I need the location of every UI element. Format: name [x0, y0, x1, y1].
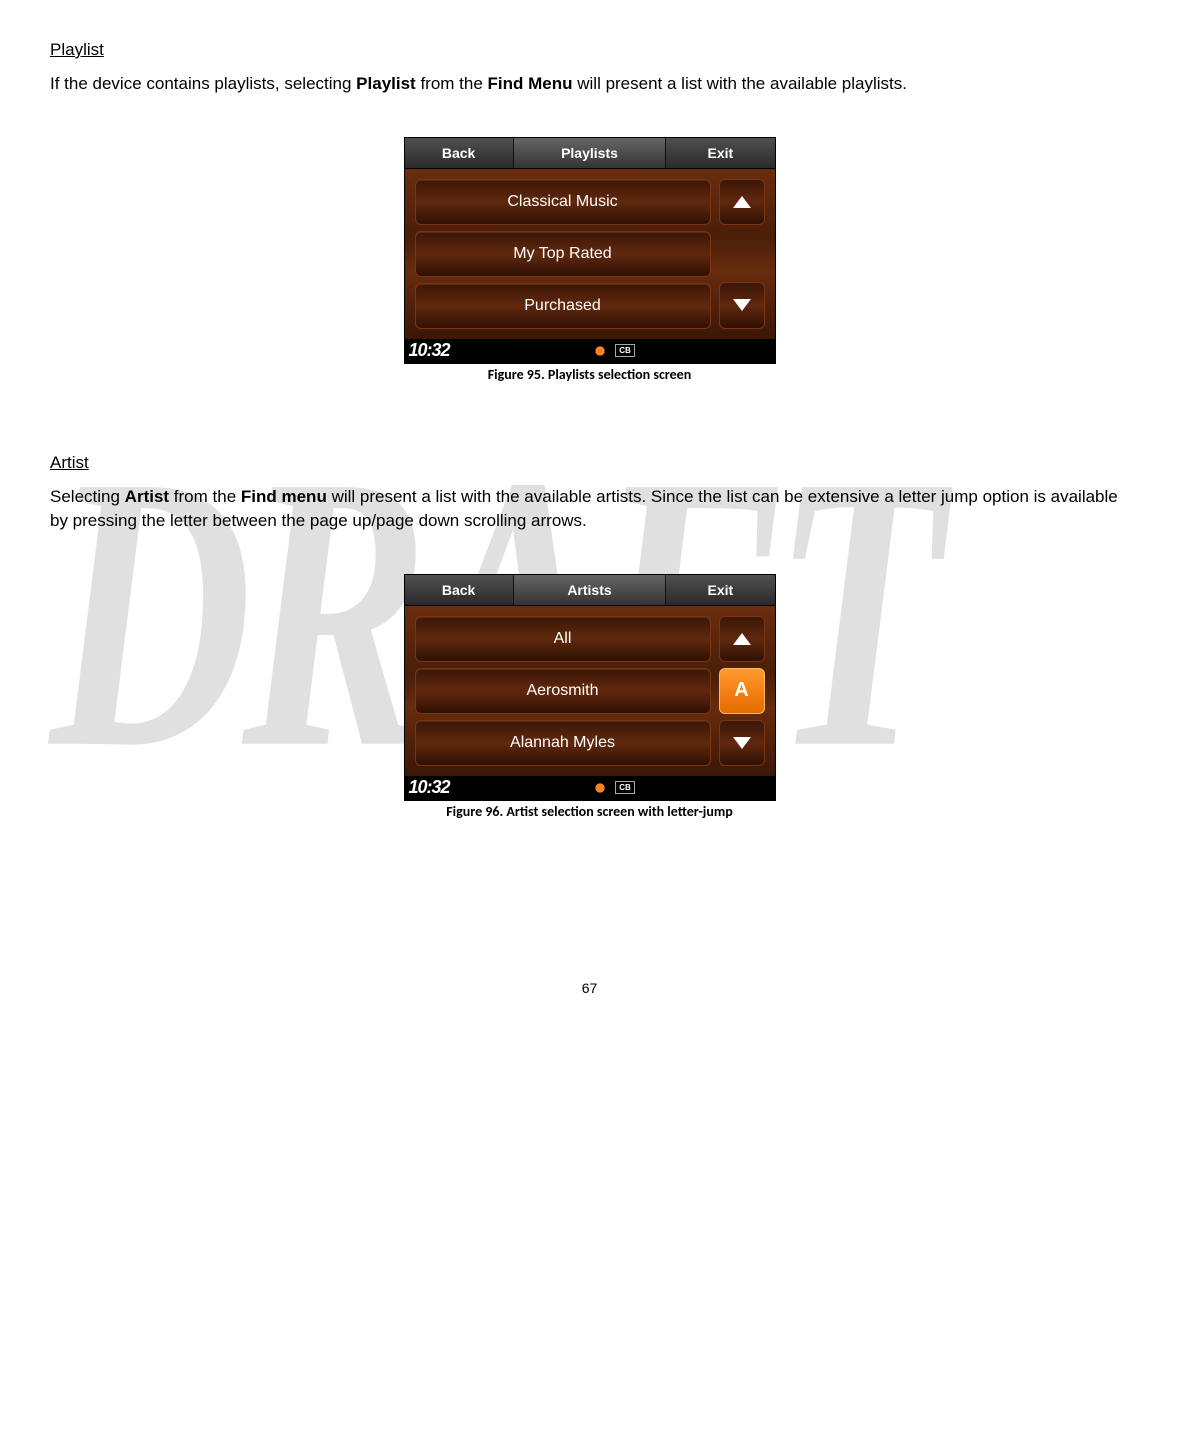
figure-caption: Figure 95. Playlists selection screen [50, 366, 1129, 383]
arrow-up-icon [733, 633, 751, 645]
figure-96: Back Artists Exit All Aerosmith Alannah … [50, 574, 1129, 820]
page-number: 67 [50, 980, 1129, 996]
figure-caption: Figure 96. Artist selection screen with … [50, 803, 1129, 820]
text: Selecting [50, 487, 125, 506]
device-screenshot-playlists: Back Playlists Exit Classical Music My T… [404, 137, 776, 364]
back-button[interactable]: Back [405, 138, 514, 168]
brand-logo-icon [591, 344, 609, 358]
status-bar: 10:32 CB [405, 339, 775, 363]
list-area: Classical Music My Top Rated Purchased [405, 169, 775, 339]
screen-title: Artists [514, 575, 667, 605]
list-item[interactable]: Aerosmith [415, 668, 711, 714]
scroll-column: A [719, 616, 765, 766]
list-item[interactable]: Alannah Myles [415, 720, 711, 766]
bold-text: Artist [125, 487, 169, 506]
bold-text: Find Menu [488, 74, 573, 93]
page-up-button[interactable] [719, 179, 765, 226]
text: If the device contains playlists, select… [50, 74, 356, 93]
section-title-playlist: Playlist [50, 40, 1129, 60]
text: from the [416, 74, 488, 93]
status-bar: 10:32 CB [405, 776, 775, 800]
text: from the [169, 487, 241, 506]
page-content: Playlist If the device contains playlist… [50, 40, 1129, 996]
status-icons: CB [456, 781, 771, 795]
list-item[interactable]: Classical Music [415, 179, 711, 225]
device-screenshot-artists: Back Artists Exit All Aerosmith Alannah … [404, 574, 776, 801]
arrow-up-icon [733, 196, 751, 208]
clock: 10:32 [409, 340, 450, 361]
bold-text: Playlist [356, 74, 416, 93]
artist-list: All Aerosmith Alannah Myles [415, 616, 711, 766]
exit-button[interactable]: Exit [666, 575, 774, 605]
cb-badge: CB [615, 344, 635, 357]
brand-logo-icon [591, 781, 609, 795]
page-down-button[interactable] [719, 282, 765, 329]
list-area: All Aerosmith Alannah Myles A [405, 606, 775, 776]
arrow-down-icon [733, 299, 751, 311]
screen-title: Playlists [514, 138, 667, 168]
figure-95: Back Playlists Exit Classical Music My T… [50, 137, 1129, 383]
arrow-down-icon [733, 737, 751, 749]
page-up-button[interactable] [719, 616, 765, 662]
status-icons: CB [456, 344, 771, 358]
scroll-column [719, 179, 765, 329]
letter-jump-button[interactable]: A [719, 668, 765, 714]
list-item[interactable]: My Top Rated [415, 231, 711, 277]
back-button[interactable]: Back [405, 575, 514, 605]
paragraph-artist: Selecting Artist from the Find menu will… [50, 485, 1129, 534]
clock: 10:32 [409, 777, 450, 798]
top-bar: Back Artists Exit [405, 575, 775, 606]
paragraph-playlist: If the device contains playlists, select… [50, 72, 1129, 97]
bold-text: Find menu [241, 487, 327, 506]
cb-badge: CB [615, 781, 635, 794]
playlist-list: Classical Music My Top Rated Purchased [415, 179, 711, 329]
exit-button[interactable]: Exit [666, 138, 774, 168]
top-bar: Back Playlists Exit [405, 138, 775, 169]
list-item[interactable]: Purchased [415, 283, 711, 329]
scroll-spacer [719, 231, 765, 276]
page-down-button[interactable] [719, 720, 765, 766]
text: will present a list with the available p… [573, 74, 907, 93]
list-item[interactable]: All [415, 616, 711, 662]
section-title-artist: Artist [50, 453, 1129, 473]
